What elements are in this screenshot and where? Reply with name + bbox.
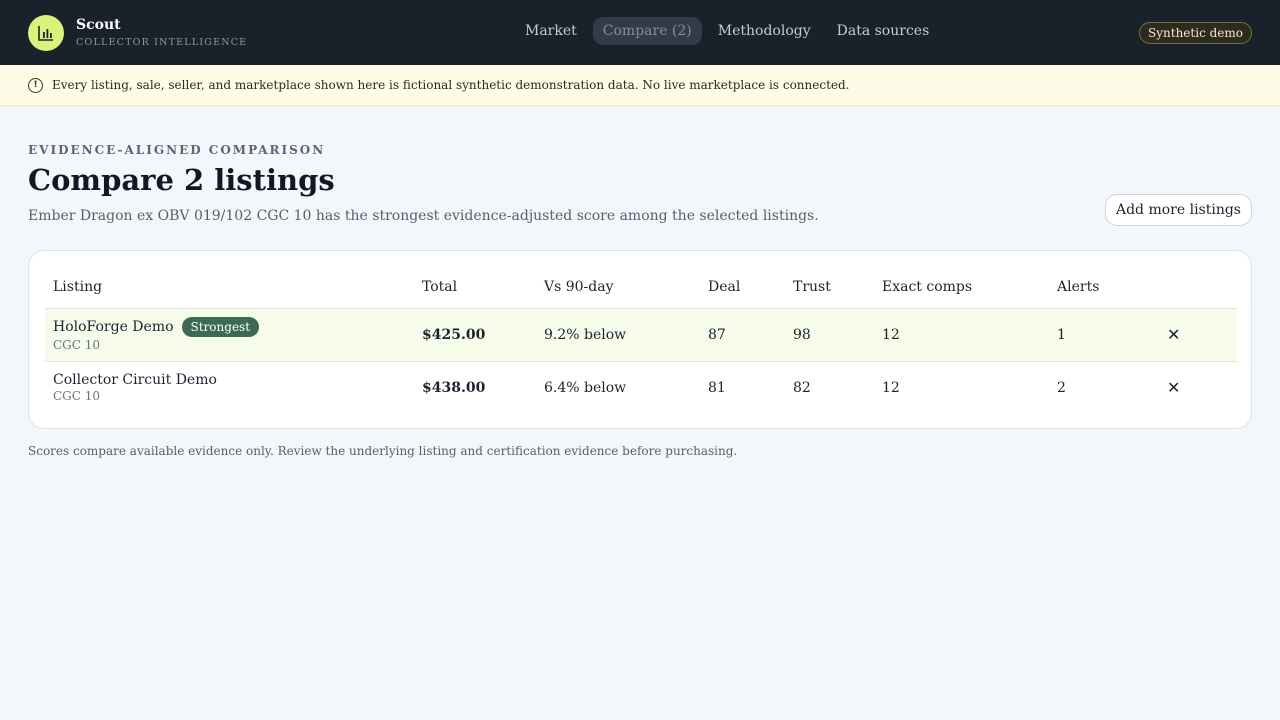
alert-circle-icon: ! xyxy=(28,77,43,93)
listing-cell: HoloForge Demo Strongest CGC 10 xyxy=(45,308,414,362)
trust-cell: 82 xyxy=(793,379,811,396)
col-exact-comps: Exact comps xyxy=(874,267,1049,309)
col-listing: Listing xyxy=(45,267,414,309)
page-eyebrow: EVIDENCE-ALIGNED COMPARISON xyxy=(28,143,326,157)
col-total: Total xyxy=(414,267,536,309)
banner-text: Every listing, sale, seller, and marketp… xyxy=(52,78,850,92)
table-row[interactable]: HoloForge Demo Strongest CGC 10 $425.00 … xyxy=(45,308,1237,362)
brand-name: Scout xyxy=(76,16,121,33)
close-icon[interactable]: ✕ xyxy=(1161,325,1180,344)
page-title: Compare 2 listings xyxy=(28,163,335,197)
demo-data-banner: ! Every listing, sale, seller, and marke… xyxy=(0,65,1280,106)
col-alerts: Alerts xyxy=(1049,267,1153,309)
close-icon[interactable]: ✕ xyxy=(1161,378,1180,397)
synthetic-demo-badge: Synthetic demo xyxy=(1139,22,1252,44)
top-nav-bar: Scout COLLECTOR INTELLIGENCE Market Comp… xyxy=(0,0,1280,65)
vs-90-day-cell: 9.2% below xyxy=(536,308,700,362)
bar-chart-icon xyxy=(28,14,64,51)
table-header-row: Listing Total Vs 90-day Deal Trust Exact… xyxy=(45,267,1237,309)
col-trust: Trust xyxy=(785,267,874,309)
remove-cell: ✕ xyxy=(1153,308,1237,362)
nav-market[interactable]: Market xyxy=(515,17,587,45)
deal-cell: 81 xyxy=(708,379,726,396)
footnote: Scores compare available evidence only. … xyxy=(28,444,738,458)
table-row[interactable]: Collector Circuit Demo CGC 10 $438.00 6.… xyxy=(45,361,1237,414)
alerts-cell: 1 xyxy=(1049,308,1153,362)
listing-seller: Collector Circuit Demo xyxy=(53,372,217,389)
brand[interactable]: Scout COLLECTOR INTELLIGENCE xyxy=(28,14,248,51)
strongest-badge: Strongest xyxy=(181,317,260,337)
listing-grade: CGC 10 xyxy=(53,389,101,404)
alerts-cell: 2 xyxy=(1057,379,1066,396)
vs-90-day-cell: 6.4% below xyxy=(544,379,627,396)
comparison-card: Listing Total Vs 90-day Deal Trust Exact… xyxy=(28,250,1252,429)
comparison-table: Listing Total Vs 90-day Deal Trust Exact… xyxy=(45,267,1237,414)
nav-methodology[interactable]: Methodology xyxy=(708,17,821,45)
remove-cell: ✕ xyxy=(1153,361,1237,414)
total-cell: $425.00 xyxy=(414,308,536,362)
listing-grade: CGC 10 xyxy=(53,338,101,352)
listing-seller: HoloForge Demo xyxy=(53,319,174,335)
total-cell: $438.00 xyxy=(422,379,486,396)
col-vs-90-day: Vs 90-day xyxy=(536,267,700,309)
exact-comps-cell: 12 xyxy=(874,308,1049,362)
col-deal: Deal xyxy=(700,267,785,309)
add-more-listings-button[interactable]: Add more listings xyxy=(1104,194,1252,226)
main-nav: Market Compare (2) Methodology Data sour… xyxy=(515,17,939,45)
trust-cell: 98 xyxy=(785,308,874,362)
exact-comps-cell: 12 xyxy=(882,379,900,396)
col-remove xyxy=(1153,267,1237,309)
brand-tagline: COLLECTOR INTELLIGENCE xyxy=(76,36,248,48)
page-subtitle: Ember Dragon ex OBV 019/102 CGC 10 has t… xyxy=(28,208,819,224)
listing-cell: Collector Circuit Demo CGC 10 xyxy=(45,361,414,414)
nav-data-sources[interactable]: Data sources xyxy=(827,17,940,45)
deal-cell: 87 xyxy=(700,308,785,362)
nav-compare[interactable]: Compare (2) xyxy=(592,17,702,45)
